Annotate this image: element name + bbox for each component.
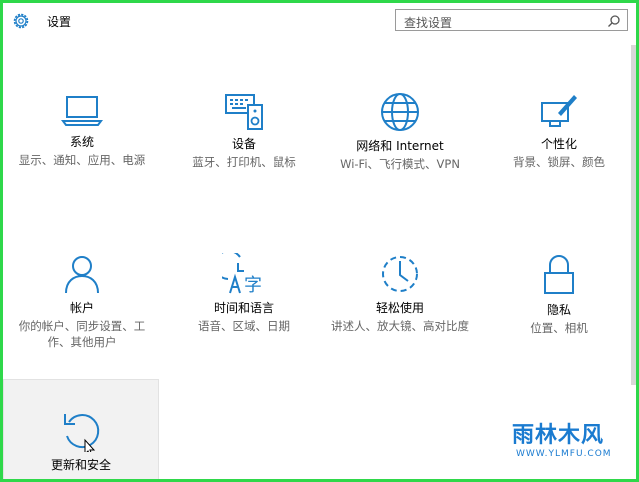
tile-update-security[interactable]: 更新和安全 bbox=[3, 379, 159, 479]
devices-icon bbox=[225, 94, 263, 130]
tile-desc: Wi-Fi、飞行模式、VPN bbox=[340, 157, 460, 171]
laptop-icon bbox=[61, 96, 103, 126]
search-box[interactable]: 查找设置 bbox=[395, 9, 628, 31]
tile-time-language[interactable]: 字 时间和语言 语音、区域、日期 bbox=[169, 253, 319, 334]
time-language-icon: 字 bbox=[222, 253, 262, 295]
update-icon bbox=[64, 414, 100, 452]
watermark-logo: 雨林木风 WWW.YLMFU.COM bbox=[506, 415, 630, 469]
person-icon bbox=[65, 256, 99, 294]
tile-name: 个性化 bbox=[540, 137, 577, 151]
settings-window: 设置 查找设置 系统 显示、通知、应用、电源 设备 蓝牙、打印机、鼠标 网络和 … bbox=[3, 3, 636, 479]
tile-name: 设备 bbox=[231, 137, 256, 151]
tile-desc: 你的帐户、同步设置、工作、其他用户 bbox=[18, 319, 146, 349]
tile-name: 网络和 Internet bbox=[356, 139, 444, 153]
window-title: 设置 bbox=[47, 15, 72, 29]
tile-accounts[interactable]: 帐户 你的帐户、同步设置、工作、其他用户 bbox=[7, 253, 157, 350]
gear-icon bbox=[13, 13, 29, 29]
tile-desc: 语音、区域、日期 bbox=[198, 319, 290, 333]
lock-icon bbox=[544, 255, 574, 294]
tile-desc: 讲述人、放大镜、高对比度 bbox=[331, 319, 469, 333]
search-icon[interactable] bbox=[607, 14, 621, 28]
tile-personalization[interactable]: 个性化 背景、锁屏、颜色 bbox=[484, 91, 634, 170]
tile-name: 系统 bbox=[69, 135, 94, 149]
title-bar: 设置 查找设置 bbox=[3, 3, 636, 39]
globe-icon bbox=[381, 93, 419, 131]
tile-name: 更新和安全 bbox=[50, 458, 111, 472]
search-input[interactable]: 查找设置 bbox=[404, 14, 452, 31]
ease-of-access-icon bbox=[382, 256, 418, 292]
tile-devices[interactable]: 设备 蓝牙、打印机、鼠标 bbox=[169, 91, 319, 170]
svg-text:字: 字 bbox=[244, 275, 262, 295]
tile-desc: 蓝牙、打印机、鼠标 bbox=[192, 155, 296, 169]
tile-name: 隐私 bbox=[546, 303, 571, 317]
watermark-text: 雨林木风 bbox=[512, 423, 605, 448]
tile-desc: 背景、锁屏、颜色 bbox=[513, 155, 605, 169]
tile-name: 时间和语言 bbox=[213, 301, 274, 315]
tile-name: 轻松使用 bbox=[375, 301, 424, 315]
tile-network[interactable]: 网络和 Internet Wi-Fi、飞行模式、VPN bbox=[325, 91, 475, 172]
tile-desc: 显示、通知、应用、电源 bbox=[18, 153, 146, 167]
tile-desc: 位置、相机 bbox=[530, 321, 588, 335]
tile-privacy[interactable]: 隐私 位置、相机 bbox=[484, 253, 634, 336]
watermark-url: WWW.YLMFU.COM bbox=[516, 449, 612, 459]
tile-system[interactable]: 系统 显示、通知、应用、电源 bbox=[7, 91, 157, 168]
tile-name: 帐户 bbox=[69, 301, 94, 315]
personalize-icon bbox=[541, 95, 577, 127]
tile-ease-of-access[interactable]: 轻松使用 讲述人、放大镜、高对比度 bbox=[325, 253, 475, 334]
